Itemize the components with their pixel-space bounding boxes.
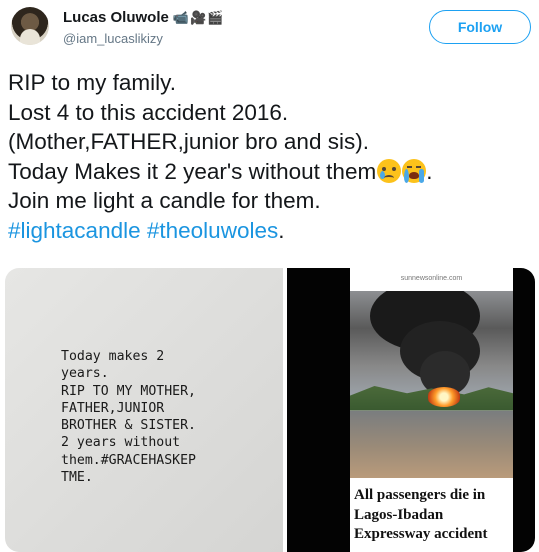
loudly-crying-face-icon: [402, 158, 427, 183]
tweet-line-end: .: [278, 217, 285, 243]
tweet-text: RIP to my family. Lost 4 to this acciden…: [8, 68, 538, 245]
avatar[interactable]: [11, 7, 49, 45]
headline-line: All passengers die in: [354, 487, 486, 503]
media-photo-story[interactable]: Today makes 2 years. RIP TO MY MOTHER, F…: [5, 268, 283, 552]
media-grid: Today makes 2 years. RIP TO MY MOTHER, F…: [5, 268, 535, 552]
tweet-line-end: .: [426, 158, 433, 184]
story-text: Today makes 2 years. RIP TO MY MOTHER, F…: [61, 349, 196, 486]
media-photo-news[interactable]: sunnewsonline.com All passengers die in …: [287, 268, 535, 552]
tweet-line: #lightacandle #theoluwoles.: [8, 216, 538, 246]
tweet-line: Join me light a candle for them.: [8, 188, 321, 213]
accident-photo: [350, 291, 513, 478]
display-name[interactable]: Lucas Oluwole: [63, 9, 169, 26]
crying-face-icon: [377, 158, 402, 183]
headline-line: Expressway accident: [354, 526, 488, 542]
tweet-line: RIP to my family.: [8, 70, 176, 95]
news-source: sunnewsonline.com: [400, 275, 463, 282]
tweet-line-text: Today Makes it 2 year's without them: [8, 158, 377, 184]
news-card: sunnewsonline.com All passengers die in …: [350, 268, 513, 552]
news-headline: All passengers die in Lagos-Ibadan Expre…: [354, 486, 512, 545]
hashtag-link[interactable]: #theoluwoles: [147, 218, 278, 243]
name-row: Lucas Oluwole 📹🎥🎬: [63, 9, 224, 26]
hashtag-link[interactable]: #lightacandle: [8, 218, 141, 243]
tweet-header: Lucas Oluwole 📹🎥🎬 @iam_lucaslikizy Follo…: [0, 0, 539, 60]
follow-button[interactable]: Follow: [429, 10, 531, 44]
tweet-line: (Mother,FATHER,junior bro and sis).: [8, 129, 369, 154]
user-handle[interactable]: @iam_lucaslikizy: [63, 31, 163, 46]
tweet-line: Today Makes it 2 year's without them.: [8, 157, 538, 187]
headline-line: Lagos-Ibadan: [354, 506, 444, 523]
tweet-line: Lost 4 to this accident 2016.: [8, 99, 289, 125]
name-emoji-icons: 📹🎥🎬: [172, 9, 225, 25]
